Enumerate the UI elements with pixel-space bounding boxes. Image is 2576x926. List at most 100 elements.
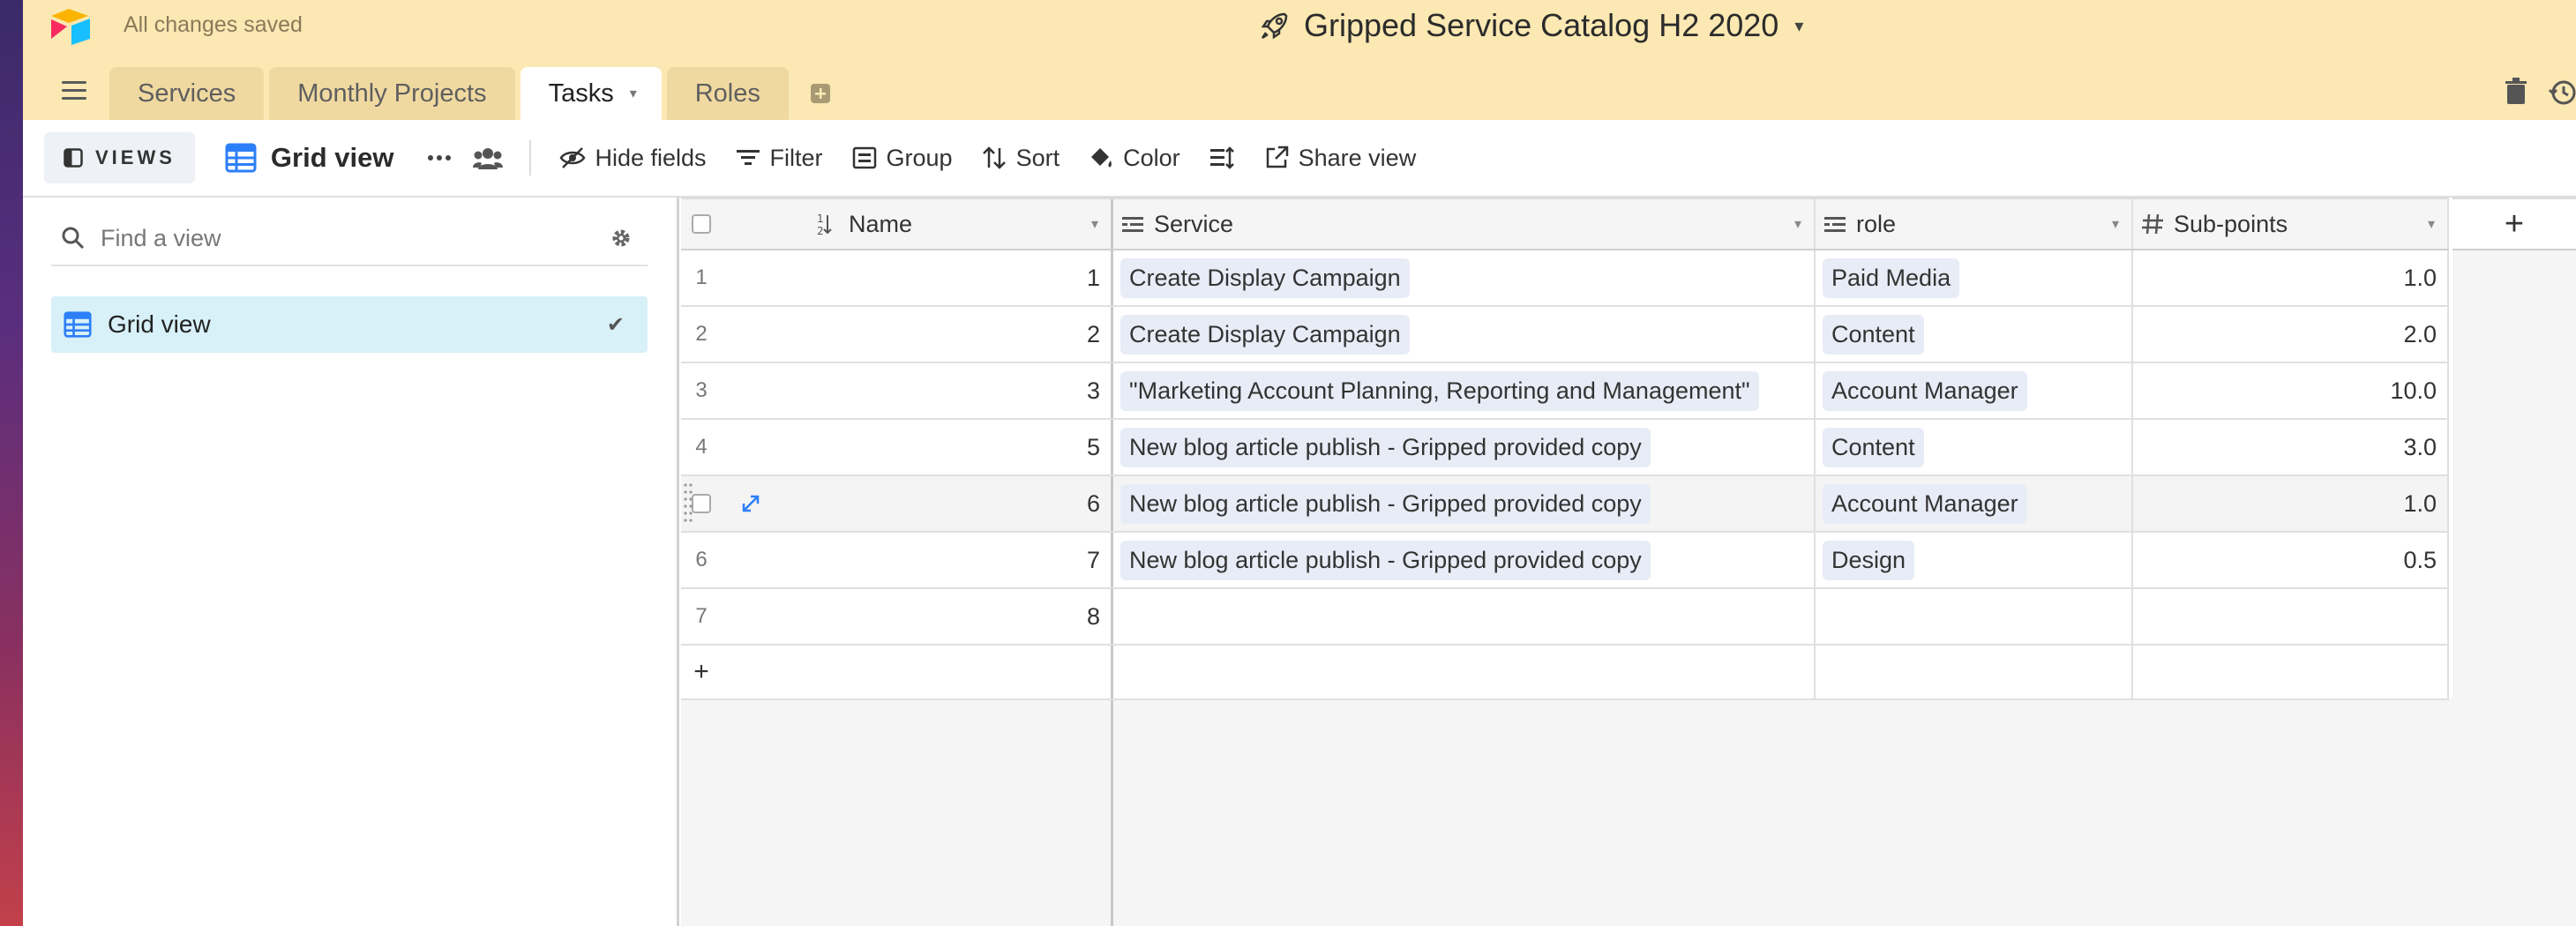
expand-icon[interactable] [741, 494, 760, 513]
grid-icon [64, 311, 92, 338]
add-table-icon[interactable] [794, 67, 847, 120]
table-row[interactable]: 6 7 New blog article publish - Gripped p… [681, 533, 2449, 589]
collaborators-icon[interactable] [473, 146, 504, 169]
column-header-name[interactable]: 1 2 Name ▾ [760, 199, 1113, 249]
tab-roles[interactable]: Roles [666, 67, 789, 120]
row-number: 6 [695, 548, 708, 571]
chevron-down-icon[interactable]: ▾ [630, 85, 637, 102]
table-row[interactable]: 1 1 Create Display Campaign Paid Media 1… [681, 250, 2449, 307]
cell-subpoints[interactable] [2133, 589, 2449, 644]
cell-name[interactable]: 6 [760, 476, 1113, 531]
row-height-button[interactable] [1209, 145, 1235, 171]
cell-service[interactable]: "Marketing Account Planning, Reporting a… [1113, 363, 1816, 418]
row-number: 7 [695, 604, 708, 628]
cell-name[interactable]: 2 [760, 307, 1113, 362]
hide-fields-button[interactable]: Hide fields [559, 145, 707, 172]
cell-service[interactable] [1113, 589, 1816, 644]
views-sidebar: Grid view ✔ [23, 198, 679, 926]
row-expand-area [722, 307, 760, 362]
history-icon[interactable] [2548, 78, 2576, 108]
cell-service[interactable]: Create Display Campaign [1113, 250, 1816, 305]
add-field-button[interactable]: + [2452, 198, 2576, 250]
base-title[interactable]: Gripped Service Catalog H2 2020 ▾ [1258, 5, 1803, 46]
sidebar-view-grid[interactable]: Grid view ✔ [51, 296, 648, 353]
cell-subpoints[interactable]: 0.5 [2133, 533, 2449, 587]
tab-label: Services [138, 78, 236, 108]
linked-record-pill: New blog article publish - Gripped provi… [1120, 540, 1651, 580]
trash-icon[interactable] [2504, 78, 2528, 106]
row-number: 4 [695, 435, 708, 459]
more-icon[interactable] [427, 154, 452, 161]
cell-subpoints[interactable]: 10.0 [2133, 363, 2449, 418]
color-icon [1091, 148, 1112, 168]
row-checkbox[interactable] [692, 494, 711, 513]
table-row-hovered[interactable]: 6 New blog article publish - Gripped pro… [681, 476, 2449, 533]
chevron-down-icon[interactable]: ▾ [2428, 215, 2435, 233]
cell-role[interactable]: Content [1816, 420, 2133, 474]
tab-services[interactable]: Services [109, 67, 265, 120]
airtable-logo-icon[interactable] [49, 7, 94, 46]
cell-role[interactable] [1816, 589, 2133, 644]
cell-role[interactable]: Paid Media [1816, 250, 2133, 305]
cell-role[interactable]: Account Manager [1816, 476, 2133, 531]
grid-header-row: 1 2 Name ▾ Service ▾ role ▾ Sub-points ▾ [681, 198, 2449, 250]
add-row-spacer [760, 646, 1113, 698]
cell-name[interactable]: 5 [760, 420, 1113, 474]
table-row[interactable]: 3 3 "Marketing Account Planning, Reporti… [681, 363, 2449, 420]
group-icon [852, 146, 876, 169]
row-number: 3 [695, 378, 708, 402]
row-expand-area [722, 363, 760, 418]
sort-button[interactable]: Sort [981, 145, 1060, 172]
cell-name[interactable]: 3 [760, 363, 1113, 418]
find-view-input[interactable] [101, 224, 577, 252]
cell-service[interactable]: New blog article publish - Gripped provi… [1113, 476, 1816, 531]
current-view-switcher[interactable]: Grid view [225, 142, 393, 174]
add-record-button[interactable]: + [681, 646, 722, 698]
app-window: All changes saved Gripped Service Catalo… [23, 0, 2576, 926]
cell-name[interactable]: 8 [760, 589, 1113, 644]
chevron-down-icon[interactable]: ▾ [1794, 215, 1801, 233]
cell-service[interactable]: Create Display Campaign [1113, 307, 1816, 362]
tab-monthly-projects[interactable]: Monthly Projects [269, 67, 515, 120]
column-header-role[interactable]: role ▾ [1816, 199, 2133, 249]
cell-subpoints[interactable]: 2.0 [2133, 307, 2449, 362]
group-button[interactable]: Group [851, 145, 953, 172]
column-header-service[interactable]: Service ▾ [1113, 199, 1816, 249]
cell-name[interactable]: 1 [760, 250, 1113, 305]
cell-role[interactable]: Account Manager [1816, 363, 2133, 418]
table-row[interactable]: 7 8 [681, 589, 2449, 646]
hamburger-icon[interactable] [62, 81, 86, 101]
drag-handle-icon[interactable] [683, 480, 693, 529]
column-header-subpoints[interactable]: Sub-points ▾ [2133, 199, 2449, 249]
views-toggle-button[interactable]: VIEWS [44, 132, 195, 183]
rocket-icon [1261, 12, 1288, 40]
chevron-down-icon[interactable]: ▾ [2112, 215, 2119, 233]
column-label: Name [849, 210, 913, 237]
toolbar-divider [529, 140, 532, 175]
filter-button[interactable]: Filter [735, 145, 823, 172]
cell-service[interactable]: New blog article publish - Gripped provi… [1113, 420, 1816, 474]
tab-label: Tasks [548, 78, 614, 108]
tab-tasks[interactable]: Tasks ▾ [520, 67, 662, 120]
row-expand-area [722, 589, 760, 644]
gear-icon[interactable] [609, 226, 633, 250]
cell-service[interactable]: New blog article publish - Gripped provi… [1113, 533, 1816, 587]
table-row[interactable]: 2 2 Create Display Campaign Content 2.0 [681, 307, 2449, 363]
select-all-checkbox[interactable] [692, 214, 711, 234]
cell-subpoints[interactable]: 1.0 [2133, 250, 2449, 305]
cell-role[interactable]: Design [1816, 533, 2133, 587]
check-icon: ✔ [606, 312, 625, 337]
cell-subpoints[interactable]: 3.0 [2133, 420, 2449, 474]
add-record-row[interactable]: + [681, 646, 2449, 700]
color-button[interactable]: Color [1088, 145, 1180, 172]
cell-subpoints[interactable]: 1.0 [2133, 476, 2449, 531]
share-view-button[interactable]: Share view [1263, 145, 1416, 172]
chevron-down-icon[interactable]: ▾ [1091, 215, 1098, 233]
filter-icon [736, 150, 760, 165]
add-row-spacer [2133, 646, 2449, 698]
linked-record-pill: Create Display Campaign [1120, 258, 1410, 298]
lookup-value-pill: Content [1823, 427, 1924, 467]
cell-name[interactable]: 7 [760, 533, 1113, 587]
table-row[interactable]: 4 5 New blog article publish - Gripped p… [681, 420, 2449, 476]
cell-role[interactable]: Content [1816, 307, 2133, 362]
